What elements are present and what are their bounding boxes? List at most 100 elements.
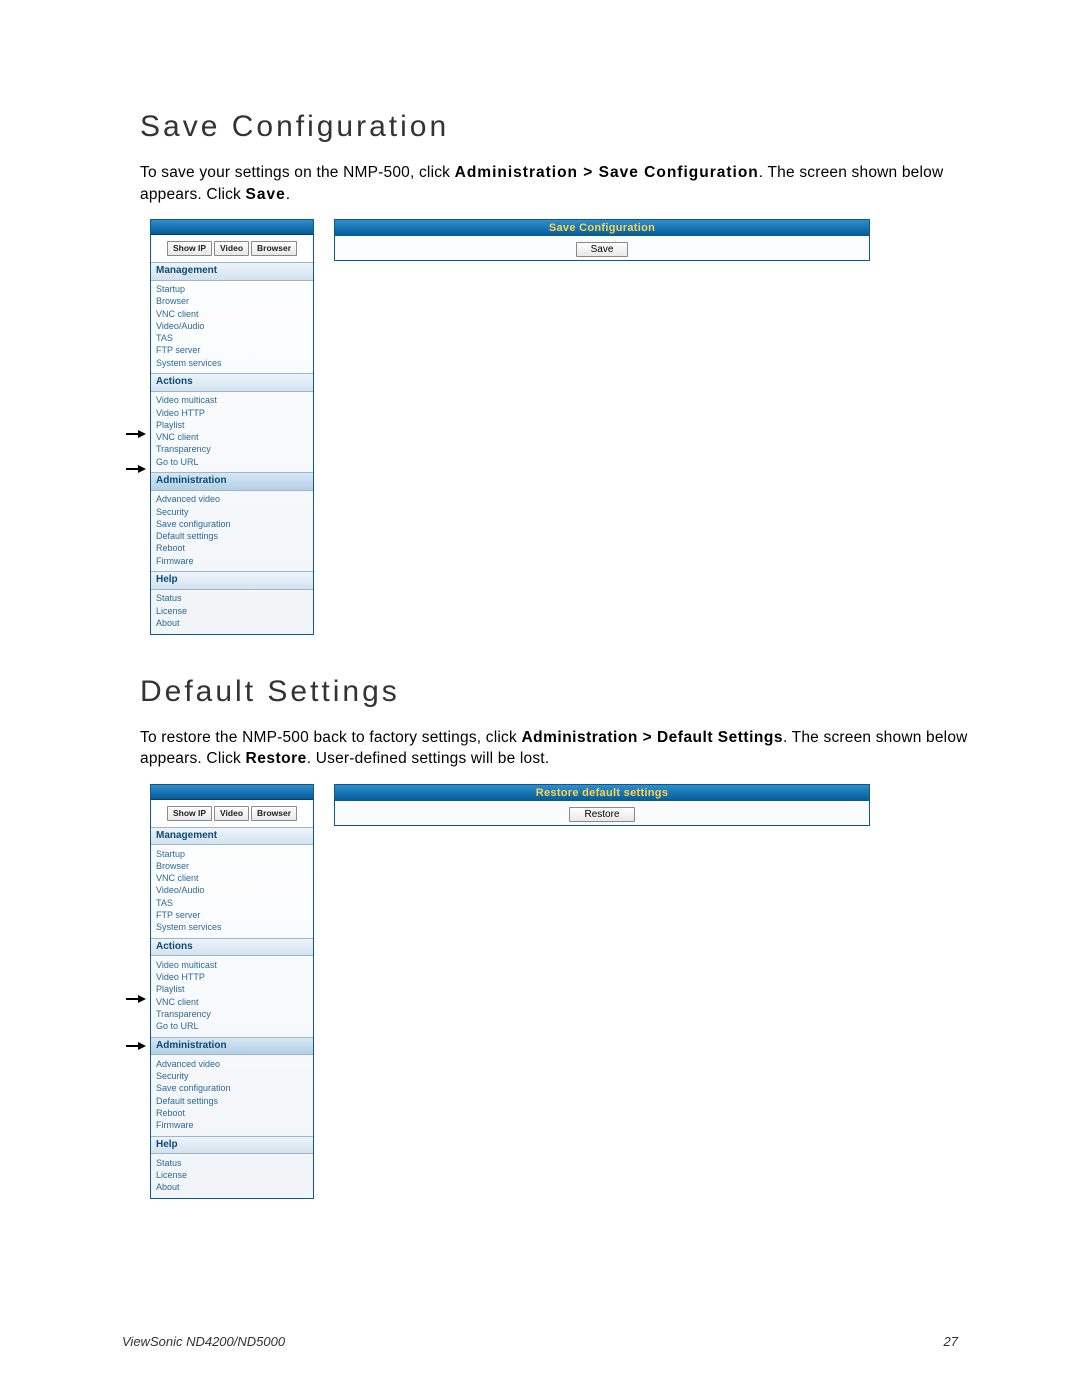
sidebar-item[interactable]: Firmware xyxy=(156,555,308,567)
sidebar-item-save-configuration[interactable]: Save configuration xyxy=(156,518,308,530)
sidebar-item[interactable]: Security xyxy=(156,1071,308,1083)
sidebar-item[interactable]: VNC client xyxy=(156,996,308,1008)
sidebar-items-management: Startup Browser VNC client Video/Audio T… xyxy=(151,281,313,374)
heading-default-settings: Default Settings xyxy=(140,675,970,709)
sidebar-items-help: Status License About xyxy=(151,590,313,634)
sidebar-item[interactable]: Startup xyxy=(156,848,308,860)
sidebar-item[interactable]: Reboot xyxy=(156,1107,308,1119)
sidebar-item[interactable]: Status xyxy=(156,1157,308,1169)
restore-button[interactable]: Restore xyxy=(569,807,634,822)
sidebar-item[interactable]: Playlist xyxy=(156,419,308,431)
arrow-icon xyxy=(126,995,146,1003)
sidebar-item[interactable]: License xyxy=(156,1170,308,1182)
sidebar-item[interactable]: Video multicast xyxy=(156,395,308,407)
sidebar-item[interactable]: Reboot xyxy=(156,543,308,555)
sidebar-item[interactable]: Video HTTP xyxy=(156,972,308,984)
text: To save your settings on the NMP-500, cl… xyxy=(140,164,455,181)
tab-show-ip[interactable]: Show IP xyxy=(167,806,212,821)
sidebar-item[interactable]: Video HTTP xyxy=(156,407,308,419)
text: . xyxy=(286,186,291,203)
sidebar-item[interactable]: TAS xyxy=(156,333,308,345)
sidebar-item[interactable]: Browser xyxy=(156,860,308,872)
panel-title: Restore default settings xyxy=(335,785,869,801)
text-bold: Administration > Default Settings xyxy=(521,729,783,746)
heading-save-configuration: Save Configuration xyxy=(140,110,970,144)
tab-video[interactable]: Video xyxy=(214,241,249,256)
sidebar-item[interactable]: Go to URL xyxy=(156,456,308,468)
tabs-row: Show IP Video Browser xyxy=(151,800,313,827)
sidebar-items-actions: Video multicast Video HTTP Playlist VNC … xyxy=(151,956,313,1037)
text-bold: Restore xyxy=(246,750,307,767)
sidebar-header-strip xyxy=(151,220,313,235)
sidebar: Show IP Video Browser Management Startup… xyxy=(150,219,314,634)
main-panel: Save Configuration Save xyxy=(334,219,870,261)
sidebar-item[interactable]: Go to URL xyxy=(156,1021,308,1033)
tab-browser[interactable]: Browser xyxy=(251,806,297,821)
panel-body: Restore xyxy=(335,801,869,825)
tab-browser[interactable]: Browser xyxy=(251,241,297,256)
sidebar-item[interactable]: System services xyxy=(156,357,308,369)
ui-save-configuration: Show IP Video Browser Management Startup… xyxy=(150,219,870,634)
sidebar-item[interactable]: Video/Audio xyxy=(156,320,308,332)
sidebar-section-actions[interactable]: Actions xyxy=(151,938,313,957)
text-bold: Administration > Save Configuration xyxy=(455,164,759,181)
sidebar-items-help: Status License About xyxy=(151,1154,313,1198)
text: . User-defined settings will be lost. xyxy=(307,750,550,767)
sidebar-item[interactable]: Advanced video xyxy=(156,494,308,506)
panel-body: Save xyxy=(335,236,869,260)
sidebar-item[interactable]: About xyxy=(156,617,308,629)
sidebar-section-help[interactable]: Help xyxy=(151,571,313,590)
footer-product: ViewSonic ND4200/ND5000 xyxy=(122,1334,285,1349)
sidebar-item[interactable]: FTP server xyxy=(156,909,308,921)
arrow-icon xyxy=(126,430,146,438)
sidebar-item[interactable]: Startup xyxy=(156,284,308,296)
sidebar-item[interactable]: VNC client xyxy=(156,873,308,885)
sidebar-items-administration: Advanced video Security Save configurati… xyxy=(151,491,313,572)
sidebar-items-administration: Advanced video Security Save configurati… xyxy=(151,1055,313,1136)
sidebar-item[interactable]: Security xyxy=(156,506,308,518)
sidebar-item[interactable]: Advanced video xyxy=(156,1058,308,1070)
sidebar-section-management[interactable]: Management xyxy=(151,262,313,281)
sidebar-items-actions: Video multicast Video HTTP Playlist VNC … xyxy=(151,392,313,473)
ui-default-settings: Show IP Video Browser Management Startup… xyxy=(150,784,870,1199)
text: To restore the NMP-500 back to factory s… xyxy=(140,729,521,746)
sidebar-item[interactable]: Video multicast xyxy=(156,959,308,971)
sidebar-item[interactable]: About xyxy=(156,1182,308,1194)
arrow-icon xyxy=(126,465,146,473)
sidebar-section-actions[interactable]: Actions xyxy=(151,373,313,392)
sidebar-item[interactable]: Playlist xyxy=(156,984,308,996)
para-save-config: To save your settings on the NMP-500, cl… xyxy=(140,162,970,205)
sidebar-item[interactable]: Transparency xyxy=(156,1008,308,1020)
tab-video[interactable]: Video xyxy=(214,806,249,821)
tab-show-ip[interactable]: Show IP xyxy=(167,241,212,256)
sidebar-item[interactable]: Status xyxy=(156,593,308,605)
sidebar-header-strip xyxy=(151,785,313,800)
sidebar-item[interactable]: System services xyxy=(156,922,308,934)
sidebar-item[interactable]: Transparency xyxy=(156,444,308,456)
sidebar-section-management[interactable]: Management xyxy=(151,827,313,846)
para-default-settings: To restore the NMP-500 back to factory s… xyxy=(140,727,970,770)
sidebar-item[interactable]: License xyxy=(156,605,308,617)
page-footer: ViewSonic ND4200/ND5000 27 xyxy=(122,1334,958,1349)
arrow-icon xyxy=(126,1042,146,1050)
sidebar-item[interactable]: Default settings xyxy=(156,531,308,543)
sidebar-item[interactable]: VNC client xyxy=(156,308,308,320)
sidebar-item[interactable]: Firmware xyxy=(156,1120,308,1132)
sidebar-item[interactable]: Video/Audio xyxy=(156,885,308,897)
sidebar-section-administration[interactable]: Administration xyxy=(151,472,313,491)
tabs-row: Show IP Video Browser xyxy=(151,235,313,262)
main-panel: Restore default settings Restore xyxy=(334,784,870,826)
sidebar-section-help[interactable]: Help xyxy=(151,1136,313,1155)
sidebar-item[interactable]: FTP server xyxy=(156,345,308,357)
sidebar-item-default-settings[interactable]: Default settings xyxy=(156,1095,308,1107)
save-button[interactable]: Save xyxy=(576,242,629,257)
sidebar-item[interactable]: VNC client xyxy=(156,432,308,444)
sidebar: Show IP Video Browser Management Startup… xyxy=(150,784,314,1199)
text-bold: Save xyxy=(246,186,286,203)
sidebar-item[interactable]: Browser xyxy=(156,296,308,308)
sidebar-section-administration[interactable]: Administration xyxy=(151,1037,313,1056)
sidebar-items-management: Startup Browser VNC client Video/Audio T… xyxy=(151,845,313,938)
footer-page-number: 27 xyxy=(944,1334,958,1349)
sidebar-item[interactable]: TAS xyxy=(156,897,308,909)
sidebar-item[interactable]: Save configuration xyxy=(156,1083,308,1095)
